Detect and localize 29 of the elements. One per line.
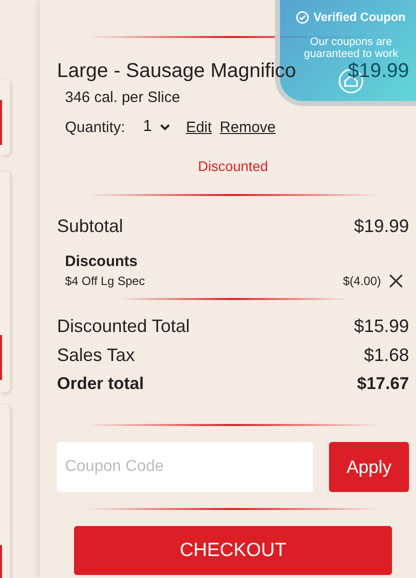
status-text: Discounted (196, 158, 270, 174)
subtotal-label: Subtotal (57, 216, 124, 237)
discount-amount: $(4.00) (342, 274, 381, 288)
card-edge (0, 100, 2, 145)
card-edge (0, 335, 2, 380)
total-value: $15.99 (354, 316, 409, 337)
quantity-select[interactable]: 1 (143, 118, 170, 136)
apply-button[interactable]: Apply (329, 442, 409, 492)
quantity-label: Quantity: (65, 118, 126, 136)
badge-text: Our coupons are guaranteed to work (302, 36, 400, 60)
calories-text: 346 cal. per Slice (65, 89, 182, 106)
card-edge (0, 545, 2, 578)
item-link[interactable]: Remove (220, 118, 276, 136)
discount-name: $4 Off Lg Spec (65, 274, 145, 288)
total-label: Order total (57, 374, 144, 394)
total-label: Sales Tax (57, 345, 135, 366)
total-value: $1.68 (364, 345, 409, 366)
close-icon[interactable] (389, 274, 403, 288)
chevron-icon (160, 124, 170, 130)
coupon-field[interactable]: Coupon Code (57, 442, 313, 492)
item-price: $19.99 (348, 60, 409, 83)
badge-title: Verified Coupon (313, 10, 406, 24)
checkout-button[interactable]: CHECKOUT (74, 526, 392, 575)
total-value: $17.67 (357, 374, 409, 394)
subtotal-value: $19.99 (354, 216, 409, 237)
check-icon (296, 10, 310, 24)
total-label: Discounted Total (57, 316, 190, 337)
item-link[interactable]: Edit (186, 118, 212, 136)
discounts-heading: Discounts (65, 253, 139, 270)
